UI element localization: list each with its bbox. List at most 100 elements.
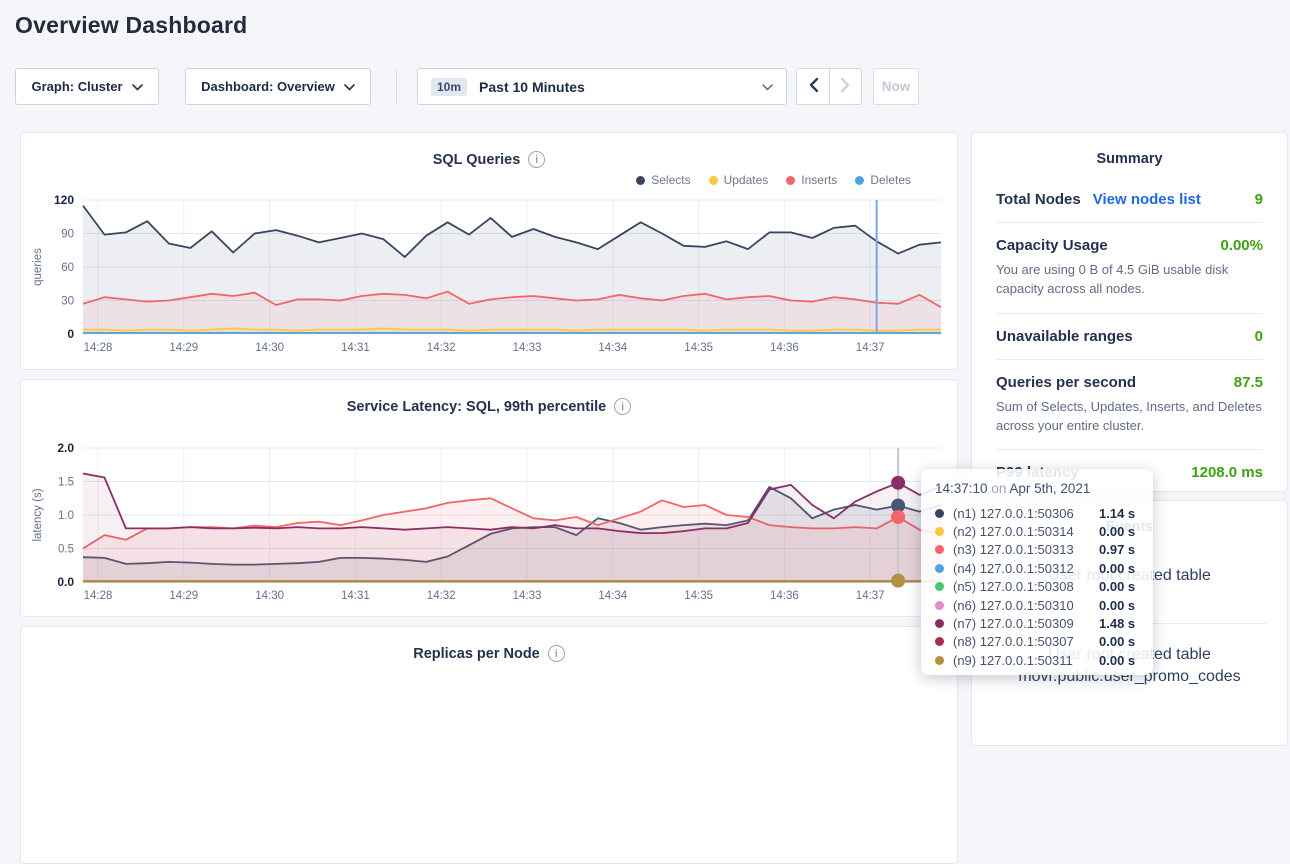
svg-text:60: 60 (61, 262, 74, 274)
summary-rows: Total Nodes View nodes list 9 Capacity Usag… (996, 191, 1263, 481)
series-color-dot (935, 582, 944, 591)
tooltip-time: 14:37:10 (935, 481, 988, 496)
svg-text:1.5: 1.5 (58, 477, 74, 489)
series-color-dot (935, 619, 944, 628)
dashboard-dropdown-label: Dashboard: Overview (201, 79, 335, 94)
tooltip-rows: (n1) 127.0.0.1:503061.14 s(n2) 127.0.0.1… (935, 504, 1139, 670)
tooltip-node-value: 0.00 s (1099, 634, 1135, 649)
tooltip-row: (n3) 127.0.0.1:503130.97 s (935, 541, 1139, 559)
view-nodes-link[interactable]: View nodes list (1093, 191, 1201, 208)
summary-row-top: Unavailable ranges0 (996, 328, 1263, 345)
svg-text:14:28: 14:28 (84, 590, 113, 602)
graph-dropdown[interactable]: Graph: Cluster (15, 68, 159, 105)
tooltip-row: (n4) 127.0.0.1:503120.00 s (935, 559, 1139, 577)
summary-metric-value: 87.5 (1234, 374, 1263, 391)
svg-text:14:37: 14:37 (856, 590, 885, 602)
time-range-dropdown[interactable]: 10m Past 10 Minutes (417, 68, 787, 105)
summary-divider (996, 449, 1263, 450)
series-color-dot (935, 527, 944, 536)
tooltip-node-label: (n9) 127.0.0.1:50311 (953, 653, 1099, 668)
tooltip-row: (n8) 127.0.0.1:503070.00 s (935, 633, 1139, 651)
svg-text:queries: queries (32, 248, 44, 286)
tooltip-node-value: 0.00 s (1099, 579, 1135, 594)
chevron-down-icon (762, 79, 773, 94)
tooltip-node-value: 1.48 s (1099, 616, 1135, 631)
series-color-dot (935, 637, 944, 646)
svg-text:14:35: 14:35 (684, 342, 713, 354)
tooltip-row: (n9) 127.0.0.1:503110.00 s (935, 651, 1139, 669)
tooltip-node-value: 0.00 s (1099, 524, 1135, 539)
tooltip-row: (n5) 127.0.0.1:503080.00 s (935, 578, 1139, 596)
dashboard-dropdown[interactable]: Dashboard: Overview (185, 68, 371, 105)
svg-text:30: 30 (61, 296, 74, 308)
now-button[interactable]: Now (873, 68, 919, 105)
chevron-left-icon (808, 77, 819, 96)
toolbar-divider (396, 68, 397, 105)
summary-divider (996, 222, 1263, 223)
svg-text:14:32: 14:32 (427, 590, 456, 602)
svg-text:14:35: 14:35 (684, 590, 713, 602)
svg-text:14:34: 14:34 (598, 342, 627, 354)
time-range-label: Past 10 Minutes (479, 79, 585, 95)
summary-metric-label: Unavailable ranges (996, 328, 1133, 345)
tooltip-row: (n6) 127.0.0.1:503100.00 s (935, 596, 1139, 614)
time-range-pager (796, 68, 862, 105)
chart-hover-tooltip: 14:37:10 on Apr 5th, 2021 (n1) 127.0.0.1… (921, 469, 1153, 675)
svg-text:14:30: 14:30 (255, 590, 284, 602)
summary-metric-label: Queries per second (996, 374, 1136, 391)
series-color-dot (935, 564, 944, 573)
svg-text:14:30: 14:30 (255, 342, 284, 354)
summary-row: Capacity Usage0.00%You are using 0 B of … (996, 237, 1263, 299)
svg-text:90: 90 (61, 229, 74, 241)
summary-metric-value: 0.00% (1220, 237, 1263, 254)
tooltip-node-value: 1.14 s (1099, 506, 1135, 521)
summary-metric-value: 9 (1255, 191, 1263, 208)
next-range-button[interactable] (829, 69, 861, 104)
tooltip-row: (n2) 127.0.0.1:503140.00 s (935, 522, 1139, 540)
tooltip-date: Apr 5th, 2021 (1009, 481, 1090, 496)
summary-metric-desc: You are using 0 B of 4.5 GiB usable disk… (996, 261, 1263, 299)
chart-title-text: Replicas per Node (413, 646, 540, 662)
svg-text:14:29: 14:29 (169, 342, 198, 354)
summary-row-top: Total Nodes View nodes list 9 (996, 191, 1263, 208)
svg-text:14:31: 14:31 (341, 590, 370, 602)
svg-text:14:32: 14:32 (427, 342, 456, 354)
tooltip-node-label: (n3) 127.0.0.1:50313 (953, 542, 1099, 557)
tooltip-node-label: (n8) 127.0.0.1:50307 (953, 634, 1099, 649)
svg-text:14:37: 14:37 (856, 342, 885, 354)
summary-row: Unavailable ranges0 (996, 328, 1263, 345)
svg-text:14:36: 14:36 (770, 590, 799, 602)
prev-range-button[interactable] (797, 69, 829, 104)
series-color-dot (935, 545, 944, 554)
replicas-per-node-card: Replicas per Node i (20, 626, 958, 864)
graph-dropdown-label: Graph: Cluster (31, 79, 122, 94)
svg-text:14:33: 14:33 (513, 342, 542, 354)
info-icon[interactable]: i (548, 645, 565, 662)
tooltip-node-value: 0.00 s (1099, 598, 1135, 613)
svg-text:14:28: 14:28 (84, 342, 113, 354)
series-color-dot (935, 509, 944, 518)
tooltip-node-label: (n1) 127.0.0.1:50306 (953, 506, 1099, 521)
chevron-right-icon (840, 77, 851, 96)
time-range-badge: 10m (431, 78, 467, 96)
summary-divider (996, 359, 1263, 360)
tooltip-node-value: 0.97 s (1099, 542, 1135, 557)
tooltip-row: (n7) 127.0.0.1:503091.48 s (935, 614, 1139, 632)
series-color-dot (935, 601, 944, 610)
tooltip-row: (n1) 127.0.0.1:503061.14 s (935, 504, 1139, 522)
svg-text:1.0: 1.0 (58, 510, 74, 522)
sql-queries-card: SQL Queries i SelectsUpdatesInsertsDelet… (20, 132, 958, 370)
service-latency-chart[interactable]: 14:2814:2914:3014:3114:3214:3314:3414:35… (21, 380, 959, 618)
summary-row: Total Nodes View nodes list 9 (996, 191, 1263, 208)
sql-queries-chart[interactable]: 14:2814:2914:3014:3114:3214:3314:3414:35… (21, 133, 959, 371)
summary-metric-label: Total Nodes (996, 191, 1081, 208)
svg-text:2.0: 2.0 (57, 441, 74, 455)
tooltip-node-label: (n4) 127.0.0.1:50312 (953, 561, 1099, 576)
tooltip-node-value: 0.00 s (1099, 561, 1135, 576)
summary-metric-desc: Sum of Selects, Updates, Inserts, and De… (996, 398, 1263, 436)
tooltip-timestamp: 14:37:10 on Apr 5th, 2021 (935, 481, 1139, 496)
replicas-per-node-title: Replicas per Node i (21, 645, 957, 662)
summary-title: Summary (996, 151, 1263, 167)
tooltip-node-label: (n2) 127.0.0.1:50314 (953, 524, 1099, 539)
svg-text:0.0: 0.0 (57, 575, 74, 589)
